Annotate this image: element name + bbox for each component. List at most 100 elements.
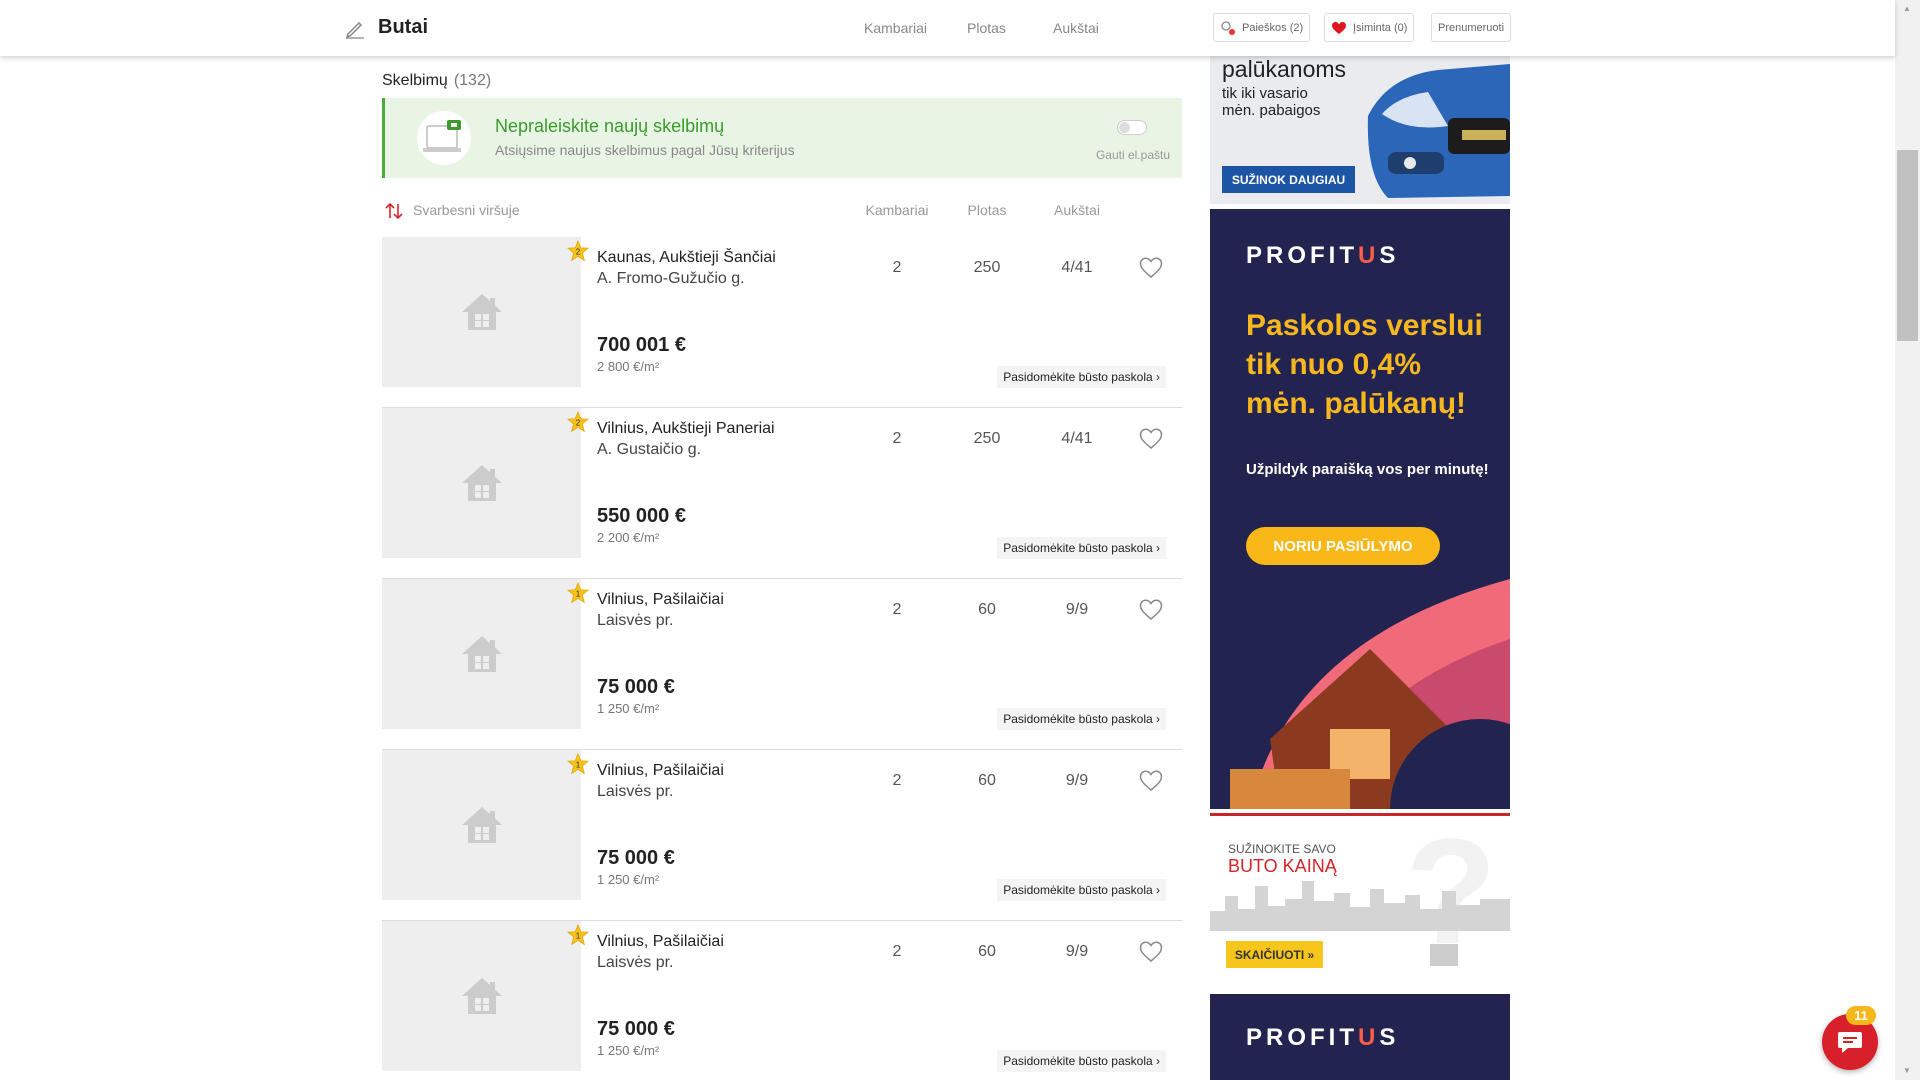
listing-photo-placeholder[interactable] xyxy=(382,408,581,558)
listing-street[interactable]: Laisvės pr. xyxy=(597,612,673,630)
car-ad-cta-button[interactable]: SUŽINOK DAUGIAU xyxy=(1222,166,1355,193)
promotion-star-icon: 2 xyxy=(566,239,590,262)
listing-price-per-m2: 1 250 €/m² xyxy=(597,701,660,716)
sort-col-area[interactable]: Plotas xyxy=(968,202,1007,218)
listing-price: 550 000 € xyxy=(597,505,686,527)
listings-count-number: (132) xyxy=(453,72,492,89)
promotion-star-icon: 2 xyxy=(566,410,590,433)
listing-floors: 9/9 xyxy=(1065,772,1089,789)
price-ad-cta-button[interactable]: SKAIČIUOTI » xyxy=(1226,941,1323,968)
top-header: Butai Kambariai Plotas Aukštai Paieškos … xyxy=(0,0,1895,56)
listing-location[interactable]: Vilnius, Aukštieji Paneriai xyxy=(597,420,775,438)
promotion-level: 1 xyxy=(576,590,581,599)
toggle-knob xyxy=(1119,122,1130,133)
favorite-heart-icon[interactable] xyxy=(1138,768,1164,794)
car-ad-line3: mėn. pabaigos xyxy=(1222,102,1321,119)
favorite-heart-icon[interactable] xyxy=(1138,426,1164,452)
listing-photo-placeholder[interactable] xyxy=(382,237,581,387)
promotion-star-icon: 1 xyxy=(566,923,590,946)
edit-pencil-icon[interactable] xyxy=(344,17,366,39)
house-placeholder-icon xyxy=(461,807,502,843)
subscribe-banner: Nepraleiskite naujų skelbimų Atsiųsime n… xyxy=(382,98,1182,178)
profitus-logo: PROFITUS xyxy=(1246,1024,1400,1051)
saved-searches-button[interactable]: Paieškos (2) xyxy=(1213,13,1311,42)
saved-items-button[interactable]: Įsiminta (0) xyxy=(1324,13,1415,42)
house-placeholder-icon xyxy=(461,978,502,1014)
listing-price: 75 000 € xyxy=(597,1018,675,1040)
listing-street[interactable]: Laisvės pr. xyxy=(597,954,673,972)
listing-floors: 4/41 xyxy=(1061,430,1093,447)
subscribe-label: Prenumeruoti xyxy=(1438,21,1505,34)
profitus-ad-2[interactable]: PROFITUS xyxy=(1210,994,1510,1080)
listing-price-per-m2: 1 250 €/m² xyxy=(597,872,660,887)
profitus-subline: Užpildyk paraišką vos per minutę! xyxy=(1246,461,1489,478)
promotion-star-icon: 1 xyxy=(566,581,590,604)
mortgage-link[interactable]: Pasidomėkite būsto paskola › xyxy=(997,879,1166,901)
car-image xyxy=(1367,64,1510,198)
listing-street[interactable]: A. Fromo-Gužučio g. xyxy=(597,270,745,288)
header-title-group: Butai xyxy=(344,16,428,39)
email-alert-toggle[interactable] xyxy=(1117,120,1147,135)
header-col-rooms[interactable]: Kambariai xyxy=(864,20,927,36)
search-bell-icon xyxy=(1221,20,1235,35)
listing-photo-placeholder[interactable] xyxy=(382,750,581,900)
price-calculator-ad[interactable]: ? SUŽINOKITE SAVO BUTO KAINĄ SKAIČIUOTI … xyxy=(1210,813,1510,983)
mortgage-link[interactable]: Pasidomėkite būsto paskola › xyxy=(997,1050,1166,1072)
modern-house-image xyxy=(1230,579,1510,809)
scroll-up-arrow-icon[interactable]: ▲ xyxy=(1903,4,1911,13)
header-col-floors[interactable]: Aukštai xyxy=(1053,20,1099,36)
heart-filled-icon xyxy=(1332,21,1346,34)
listing-row[interactable]: 1 Vilnius, Pašilaičiai Laisvės pr. 75 00… xyxy=(382,579,1182,750)
header-col-area[interactable]: Plotas xyxy=(967,20,1006,36)
car-loan-ad[interactable]: palūkanoms tik iki vasario mėn. pabaigos… xyxy=(1210,56,1510,204)
mortgage-link[interactable]: Pasidomėkite būsto paskola › xyxy=(997,708,1166,730)
listing-area: 60 xyxy=(978,772,996,789)
listing-photo-placeholder[interactable] xyxy=(382,579,581,729)
profitus-ad[interactable]: PROFITUS Paskolos verslui tik nuo 0,4% m… xyxy=(1210,209,1510,809)
price-ad-line2: BUTO KAINĄ xyxy=(1228,856,1337,876)
favorite-heart-icon[interactable] xyxy=(1138,597,1164,623)
subscribe-button[interactable]: Prenumeruoti xyxy=(1431,13,1512,42)
listing-rooms: 2 xyxy=(892,772,902,789)
listing-rooms: 2 xyxy=(892,259,902,276)
promotion-level: 2 xyxy=(576,248,581,257)
listing-row[interactable]: 1 Vilnius, Pašilaičiai Laisvės pr. 75 00… xyxy=(382,921,1182,1080)
listing-street[interactable]: Laisvės pr. xyxy=(597,783,673,801)
email-alert-toggle-label: Gauti el.paštu xyxy=(1095,148,1170,162)
listing-rooms: 2 xyxy=(892,943,902,960)
profitus-logo: PROFITUS xyxy=(1246,242,1400,269)
listing-area: 250 xyxy=(973,430,1001,447)
scrollbar-thumb[interactable] xyxy=(1897,150,1918,341)
favorite-heart-icon[interactable] xyxy=(1138,255,1164,281)
listing-location[interactable]: Vilnius, Pašilaičiai xyxy=(597,933,724,951)
listing-row[interactable]: 1 Vilnius, Pašilaičiai Laisvės pr. 75 00… xyxy=(382,750,1182,921)
scroll-down-arrow-icon[interactable]: ▼ xyxy=(1903,1066,1911,1075)
promotion-star-icon: 1 xyxy=(566,752,590,775)
sort-arrows-icon[interactable] xyxy=(384,202,404,220)
promotion-level: 2 xyxy=(576,419,581,428)
mortgage-link[interactable]: Pasidomėkite būsto paskola › xyxy=(997,537,1166,559)
subscribe-banner-subtitle: Atsiųsime naujus skelbimus pagal Jūsų kr… xyxy=(495,142,795,158)
listing-street[interactable]: A. Gustaičio g. xyxy=(597,441,701,459)
listing-price-per-m2: 1 250 €/m² xyxy=(597,1043,660,1058)
chat-bubble-icon xyxy=(1838,1032,1862,1053)
listing-price: 700 001 € xyxy=(597,334,686,356)
mortgage-link[interactable]: Pasidomėkite būsto paskola › xyxy=(997,366,1166,388)
ad-close-square[interactable] xyxy=(1430,944,1458,966)
car-ad-line2: tik iki vasario xyxy=(1222,85,1308,102)
profitus-cta-button[interactable]: NORIU PASIŪLYMO xyxy=(1246,527,1440,565)
subscribe-banner-title: Nepraleiskite naujų skelbimų xyxy=(495,116,725,136)
listing-row[interactable]: 2 Kaunas, Aukštieji Šančiai A. Fromo-Guž… xyxy=(382,237,1182,408)
listing-location[interactable]: Vilnius, Pašilaičiai xyxy=(597,591,724,609)
saved-items-label: Įsiminta (0) xyxy=(1353,21,1408,34)
sort-dropdown[interactable]: Svarbesni viršuje xyxy=(413,202,520,218)
sort-col-floors[interactable]: Aukštai xyxy=(1054,202,1100,218)
listing-photo-placeholder[interactable] xyxy=(382,921,581,1071)
listing-location[interactable]: Vilnius, Pašilaičiai xyxy=(597,762,724,780)
listing-row[interactable]: 2 Vilnius, Aukštieji Paneriai A. Gustaič… xyxy=(382,408,1182,579)
computer-mail-icon xyxy=(417,111,471,165)
listing-location[interactable]: Kaunas, Aukštieji Šančiai xyxy=(597,249,776,267)
favorite-heart-icon[interactable] xyxy=(1138,939,1164,965)
sort-col-rooms[interactable]: Kambariai xyxy=(865,202,928,218)
listing-floors: 9/9 xyxy=(1065,601,1089,618)
